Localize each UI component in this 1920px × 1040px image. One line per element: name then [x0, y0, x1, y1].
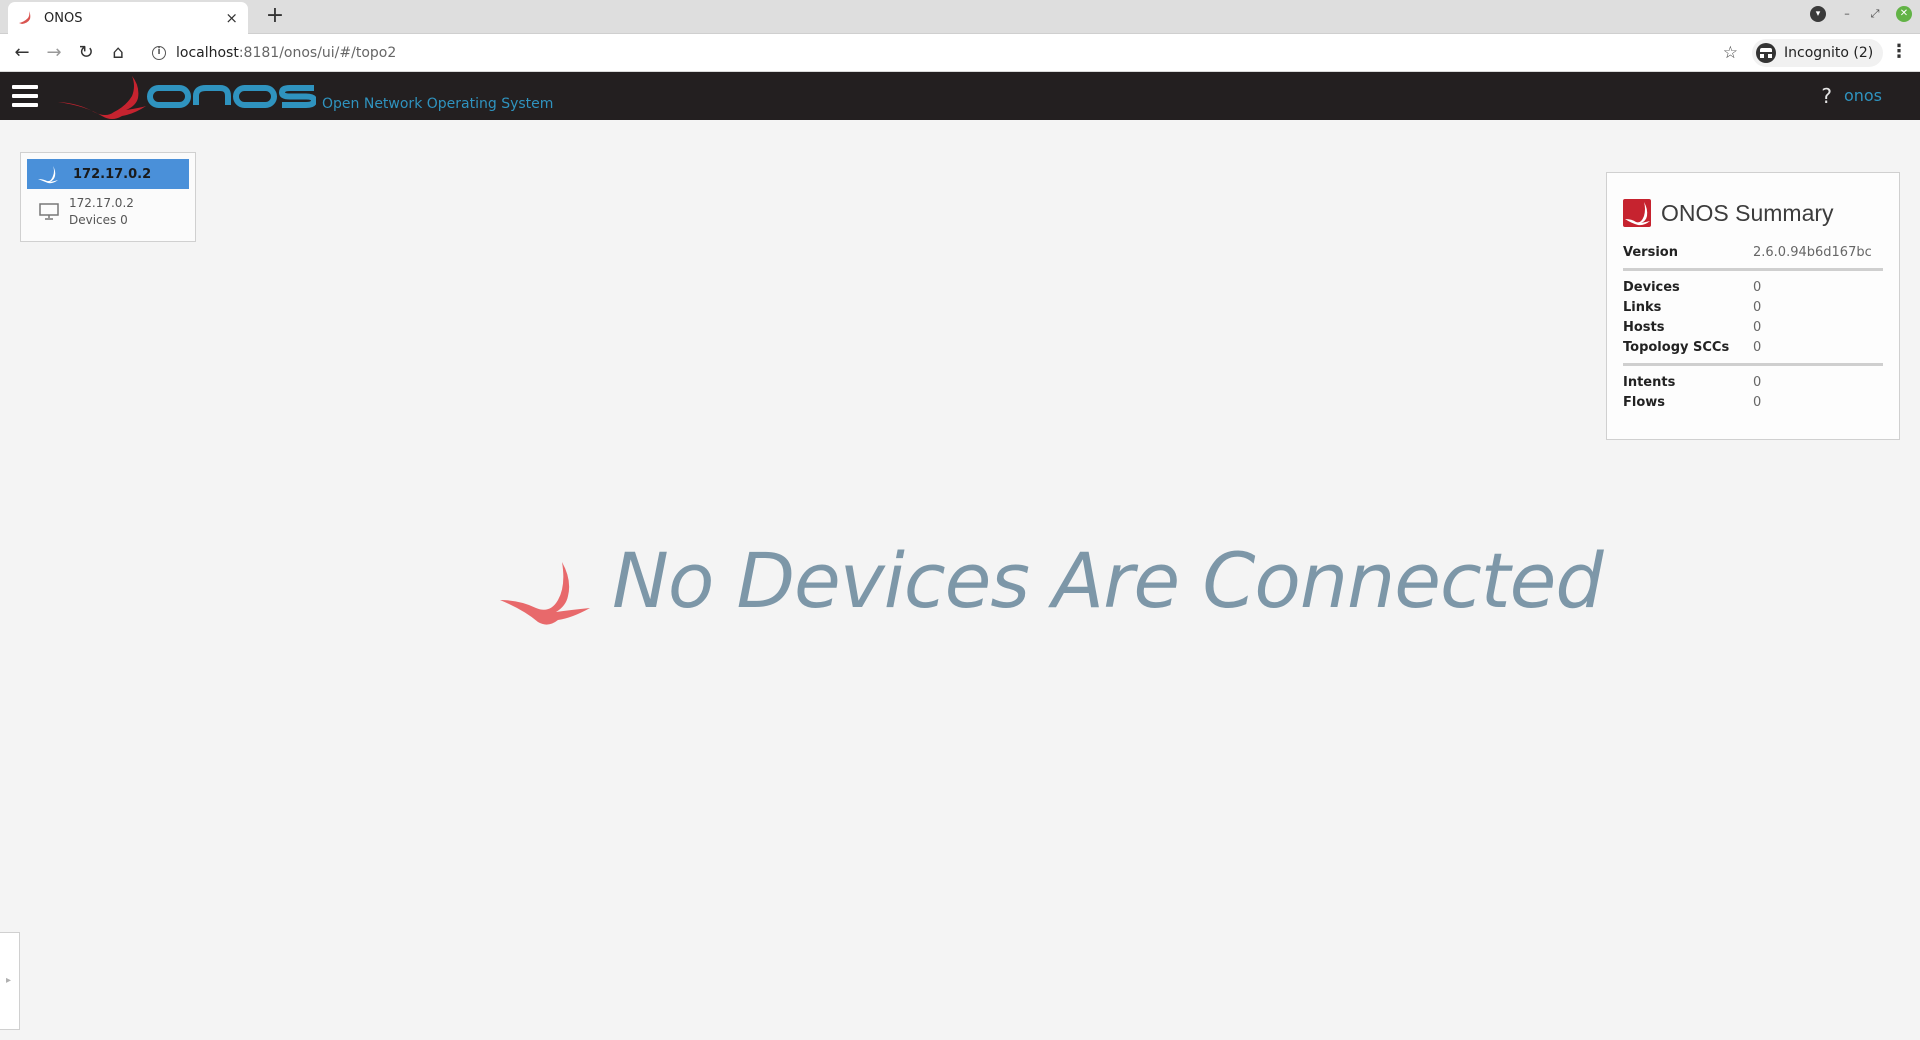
cluster-node-details: 172.17.0.2 Devices 0	[27, 195, 189, 229]
summary-row: Hosts 0	[1623, 318, 1883, 338]
incognito-indicator[interactable]: Incognito (2)	[1752, 39, 1884, 67]
summary-label: Topology SCCs	[1623, 340, 1730, 355]
reload-icon[interactable]: ↻	[74, 41, 98, 65]
summary-label: Intents	[1623, 375, 1676, 390]
tab-search-icon[interactable]: ▾	[1810, 6, 1826, 22]
summary-label: Devices	[1623, 280, 1680, 295]
new-tab-button[interactable]: +	[262, 4, 288, 30]
tab-close-icon[interactable]: ×	[225, 9, 238, 27]
onos-tagline: Open Network Operating System	[322, 96, 554, 112]
no-devices-text: No Devices Are Connected	[612, 535, 1604, 625]
incognito-icon	[1756, 43, 1776, 63]
summary-row: Links 0	[1623, 298, 1883, 318]
summary-row: Devices 0	[1623, 278, 1883, 298]
summary-row: Intents 0	[1623, 373, 1883, 393]
onos-summary-logo-icon	[1623, 199, 1651, 227]
node-device-count: Devices 0	[69, 213, 128, 227]
forward-icon[interactable]: →	[42, 41, 66, 65]
summary-row-version: Version 2.6.0.94b6d167bc	[1623, 243, 1883, 263]
back-icon[interactable]: ←	[10, 41, 34, 65]
help-icon[interactable]: ?	[1821, 84, 1832, 108]
tab-title: ONOS	[44, 10, 83, 26]
address-bar[interactable]: i localhost:8181/onos/ui/#/topo2 ☆	[140, 39, 1750, 67]
browser-tab-onos[interactable]: ONOS ×	[8, 2, 248, 34]
expand-arrow-icon: ▸	[6, 975, 12, 986]
details-panel-toggle[interactable]: ▸	[0, 932, 20, 1030]
summary-value: 0	[1753, 280, 1762, 295]
onos-masthead: Open Network Operating System ? onos	[0, 72, 1920, 120]
cluster-panel: 172.17.0.2 172.17.0.2 Devices 0	[20, 152, 196, 242]
onos-logo	[58, 76, 316, 119]
onos-bird-icon	[500, 562, 590, 625]
summary-label: Hosts	[1623, 320, 1665, 335]
bookmark-star-icon[interactable]: ☆	[1723, 43, 1738, 63]
summary-row: Topology SCCs 0	[1623, 338, 1883, 358]
summary-header: ONOS Summary	[1623, 199, 1883, 227]
summary-value: 0	[1753, 340, 1762, 355]
summary-label: Links	[1623, 300, 1662, 315]
summary-label: Version	[1623, 245, 1678, 260]
user-menu[interactable]: onos	[1844, 86, 1882, 105]
browser-toolbar: ← → ↻ ⌂ i localhost:8181/onos/ui/#/topo2…	[0, 34, 1920, 72]
summary-title: ONOS Summary	[1661, 199, 1834, 226]
home-icon[interactable]: ⌂	[106, 41, 130, 65]
summary-value: 0	[1753, 300, 1762, 315]
cluster-node[interactable]: 172.17.0.2	[27, 159, 189, 189]
summary-row: Flows 0	[1623, 393, 1883, 413]
url-text[interactable]: localhost:8181/onos/ui/#/topo2	[176, 45, 396, 61]
nav-menu-icon[interactable]	[12, 85, 38, 107]
site-info-icon[interactable]: i	[152, 46, 166, 60]
summary-divider	[1623, 363, 1883, 366]
summary-value: 2.6.0.94b6d167bc	[1753, 245, 1872, 260]
incognito-label: Incognito (2)	[1784, 45, 1874, 61]
node-ip: 172.17.0.2	[69, 196, 134, 210]
summary-panel: ONOS Summary Version 2.6.0.94b6d167bc De…	[1606, 172, 1900, 440]
onos-node-icon	[38, 166, 58, 184]
maximize-icon[interactable]: ⤢	[1868, 7, 1882, 21]
summary-value: 0	[1753, 320, 1762, 335]
cluster-node-label: 172.17.0.2	[73, 166, 152, 182]
summary-label: Flows	[1623, 395, 1666, 410]
onos-bird-icon	[19, 11, 31, 24]
window-controls: ▾ – ⤢ ✕	[1810, 6, 1912, 22]
summary-value: 0	[1753, 395, 1762, 410]
summary-divider	[1623, 268, 1883, 271]
browser-tabstrip: ONOS × + ▾ – ⤢ ✕	[0, 0, 1920, 34]
monitor-icon	[39, 203, 59, 220]
browser-menu-icon[interactable]: ⋮	[1890, 42, 1908, 62]
window-close-icon[interactable]: ✕	[1896, 6, 1912, 22]
minimize-icon[interactable]: –	[1840, 7, 1854, 21]
summary-value: 0	[1753, 375, 1762, 390]
no-devices-message: No Devices Are Connected	[496, 530, 1604, 630]
